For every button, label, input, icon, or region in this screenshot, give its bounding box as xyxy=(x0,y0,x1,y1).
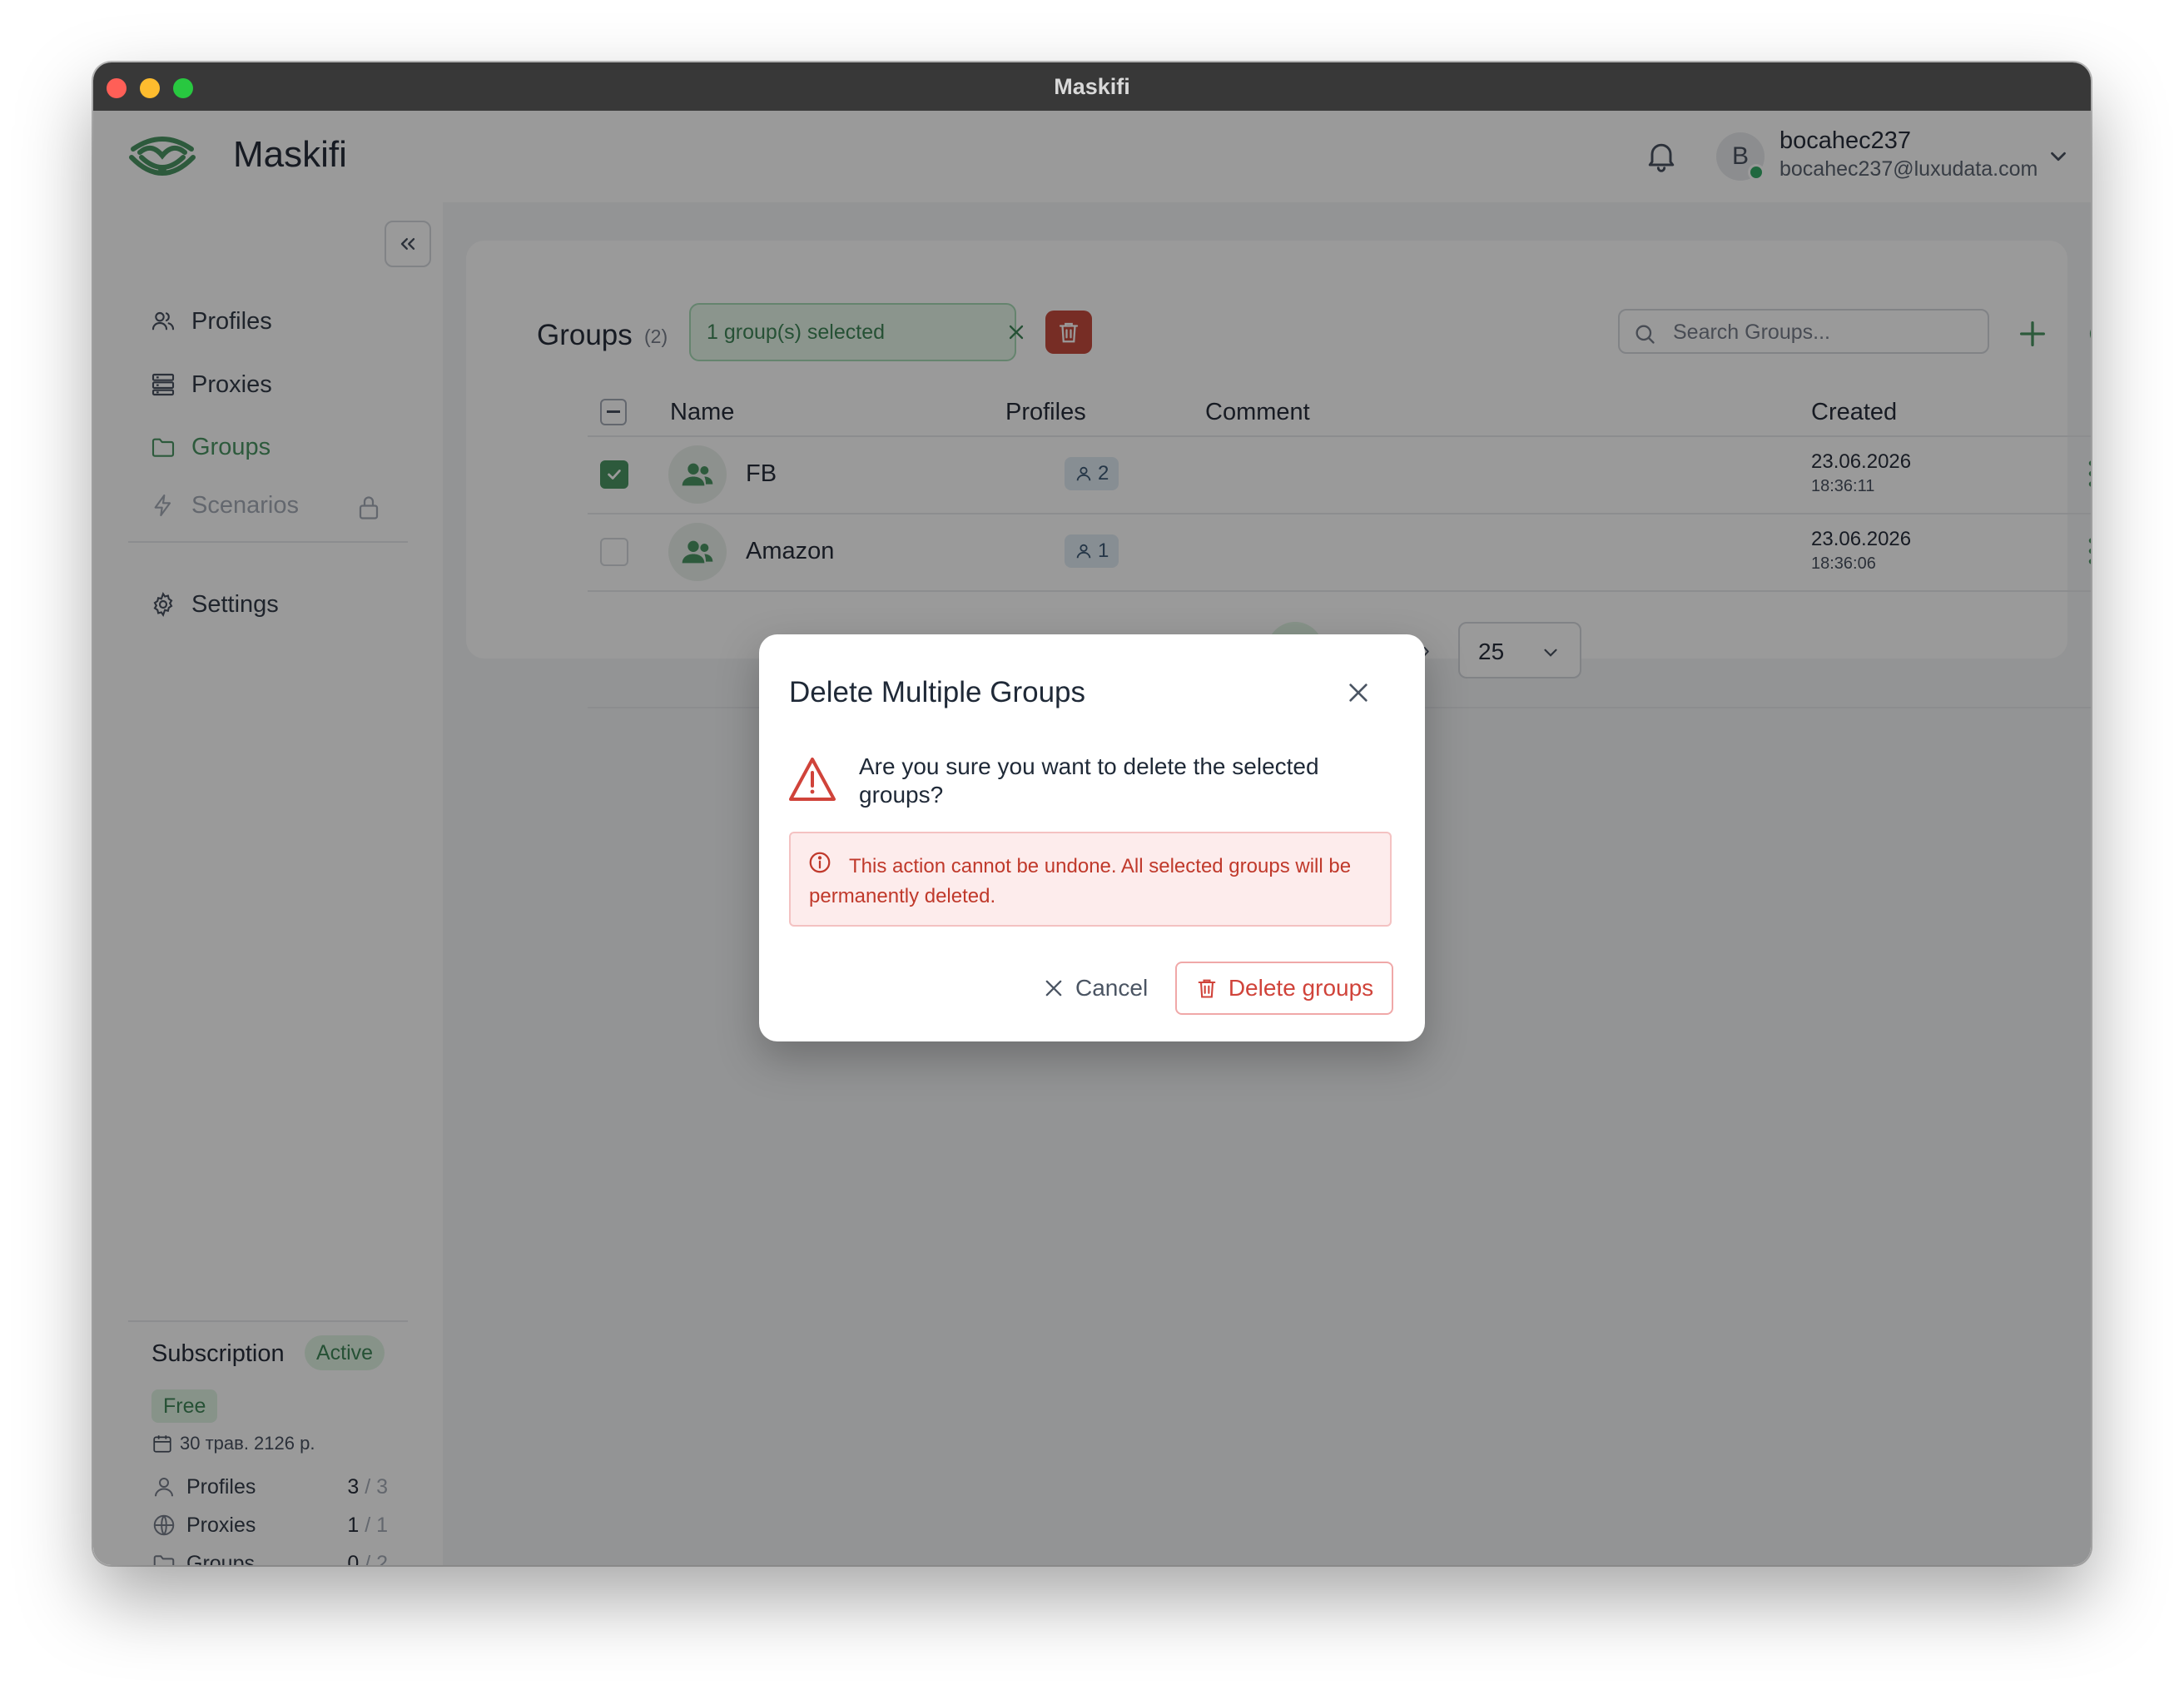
warning-icon xyxy=(789,758,836,801)
delete-groups-dialog: Delete Multiple Groups Are you sure you … xyxy=(759,634,1425,1041)
title-bar: Maskifi xyxy=(93,62,2091,111)
close-icon xyxy=(1045,980,1062,997)
window-title: Maskifi xyxy=(1054,74,1130,99)
trash-icon xyxy=(1198,979,1216,998)
dialog-question: Are you sure you want to delete the sele… xyxy=(859,753,1319,808)
cancel-label: Cancel xyxy=(1075,975,1149,1001)
close-icon[interactable] xyxy=(1345,679,1372,706)
app-window: Maskifi Maskifi B bocahec237 bocahec237@… xyxy=(93,62,2091,1565)
dialog-title: Delete Multiple Groups xyxy=(789,676,1085,708)
warning-text: This action cannot be undone. All select… xyxy=(809,855,1352,907)
cancel-button[interactable]: Cancel xyxy=(1030,962,1159,1015)
delete-label: Delete groups xyxy=(1228,975,1374,1001)
irreversible-warning: This action cannot be undone. All select… xyxy=(789,832,1392,927)
delete-groups-button[interactable]: Delete groups xyxy=(1175,962,1393,1015)
